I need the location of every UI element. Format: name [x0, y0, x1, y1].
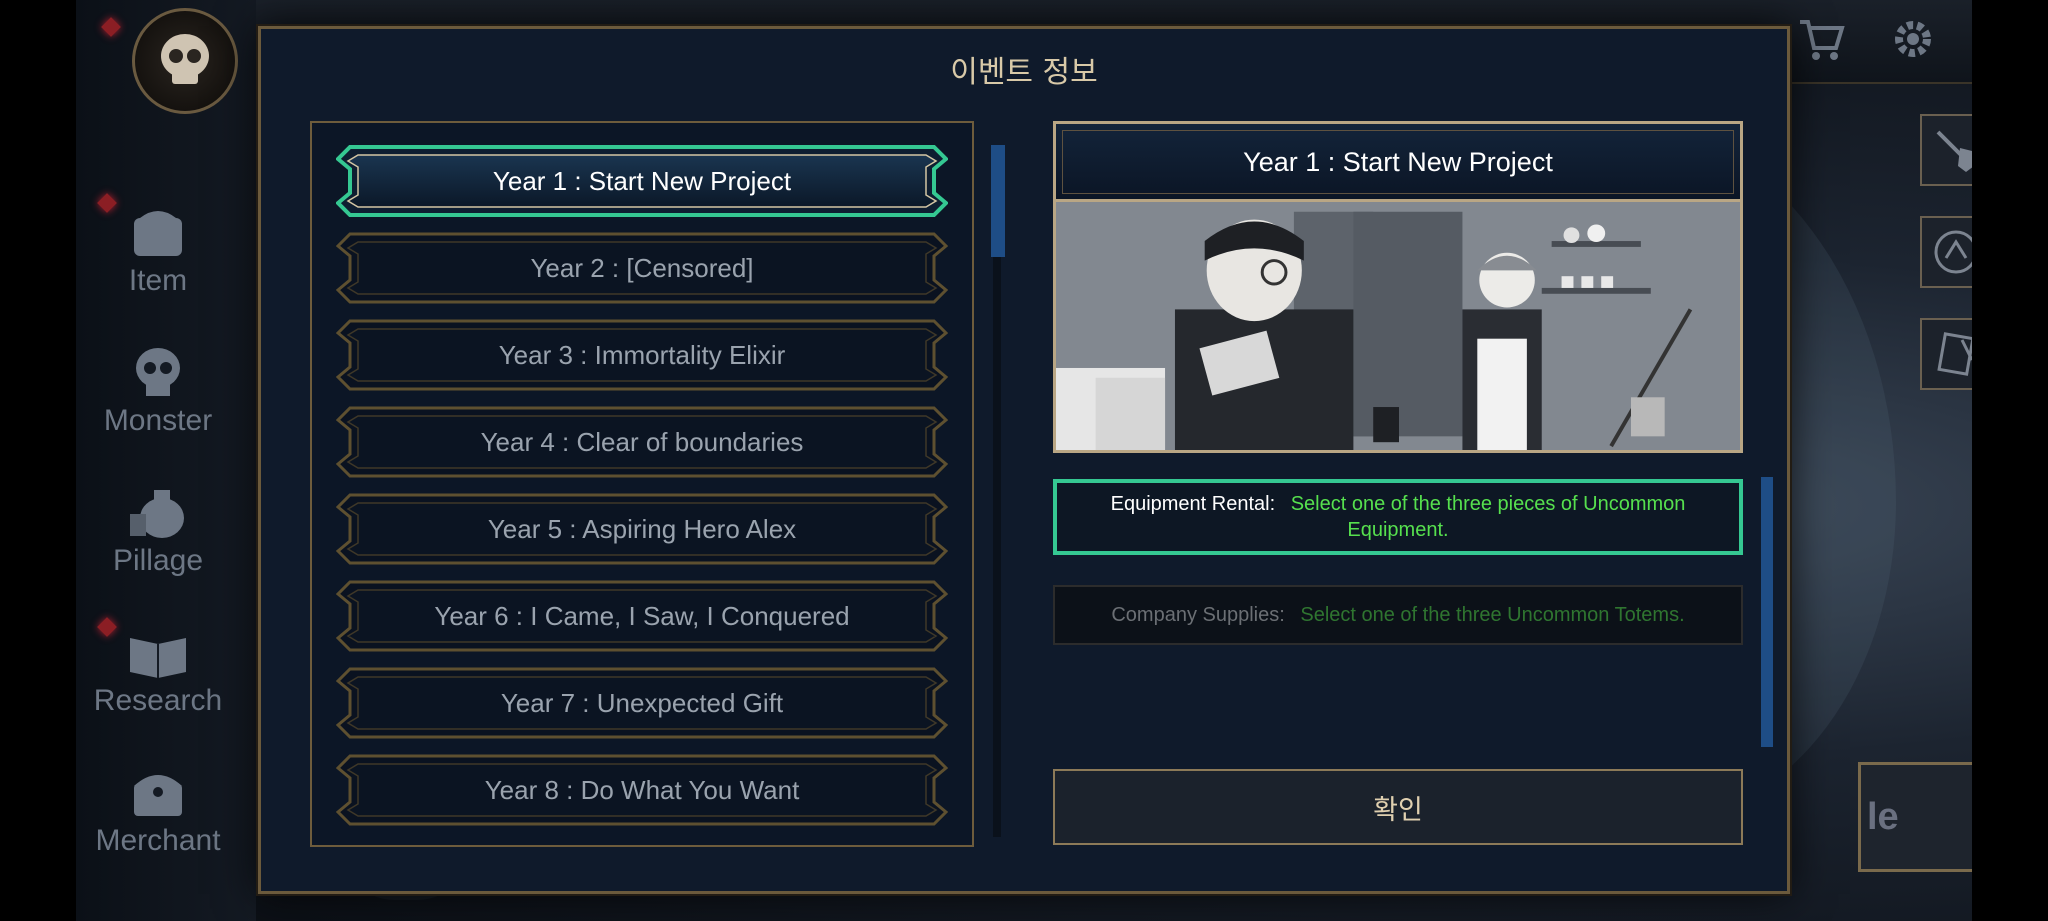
event-list-item[interactable]: Year 3 : Immortality Elixir: [336, 319, 948, 391]
event-list-item[interactable]: Year 4 : Clear of boundaries: [336, 406, 948, 478]
event-list-item[interactable]: Year 1 : Start New Project: [336, 145, 948, 217]
reward-option-company-supplies[interactable]: Company Supplies: Select one of the thre…: [1053, 585, 1743, 645]
shop-cart-icon[interactable]: [1796, 14, 1846, 69]
emblem-button[interactable]: [1920, 216, 1972, 288]
event-list: Year 1 : Start New Project Year 2 : [Cen…: [310, 121, 974, 847]
sidebar-item-monster[interactable]: Monster: [76, 344, 240, 438]
battle-button[interactable]: le: [1858, 762, 1972, 872]
reward-option-equipment-rental[interactable]: Equipment Rental: Select one of the thre…: [1053, 479, 1743, 555]
emblem-icon: [1934, 230, 1972, 274]
skull-icon: [161, 34, 209, 84]
dialog-title: 이벤트 정보: [950, 55, 1098, 90]
event-list-item[interactable]: Year 7 : Unexpected Gift: [336, 667, 948, 739]
event-list-item[interactable]: Year 6 : I Came, I Saw, I Conquered: [336, 580, 948, 652]
settings-gear-icon[interactable]: [1888, 14, 1938, 69]
sidebar-item-merchant[interactable]: Merchant: [76, 764, 240, 858]
event-list-scrollbar-thumb[interactable]: [991, 145, 1005, 257]
sidebar-item-pillage[interactable]: Pillage: [76, 484, 240, 578]
treasure-chest-icon: [126, 764, 190, 820]
journal-button[interactable]: [1920, 318, 1972, 390]
event-list-item[interactable]: Year 2 : [Censored]: [336, 232, 948, 304]
skull-icon: [126, 344, 190, 400]
event-list-item[interactable]: Year 5 : Aspiring Hero Alex: [336, 493, 948, 565]
sword-shield-icon: [1936, 130, 1972, 172]
sidebar-item-research[interactable]: Research: [76, 624, 240, 718]
sidebar-item-label: Merchant: [95, 824, 221, 857]
event-detail-title: Year 1 : Start New Project: [1053, 121, 1743, 203]
event-info-dialog: 이벤트 정보 Year 1 : Start New Project Year 2…: [258, 26, 1790, 894]
book-icon: [126, 624, 190, 680]
journal-icon: [1937, 332, 1972, 376]
equipment-button[interactable]: [1920, 114, 1972, 186]
event-list-item[interactable]: Year 8 : Do What You Want: [336, 754, 948, 826]
confirm-button[interactable]: 확인: [1053, 769, 1743, 845]
sidebar-item-label: Pillage: [112, 544, 204, 577]
sidebar-item-label: Monster: [103, 404, 213, 437]
profile-skull-badge[interactable]: [132, 8, 238, 114]
loot-bag-icon: [126, 484, 190, 540]
reward-list-scrollbar-thumb[interactable]: [1761, 477, 1773, 747]
sidebar-item-label: Item: [128, 264, 188, 297]
sidebar-item-item[interactable]: Item: [76, 204, 240, 298]
event-illustration: [1053, 199, 1743, 453]
sidebar-item-label: Research: [93, 684, 223, 717]
chest-icon: [126, 204, 190, 260]
